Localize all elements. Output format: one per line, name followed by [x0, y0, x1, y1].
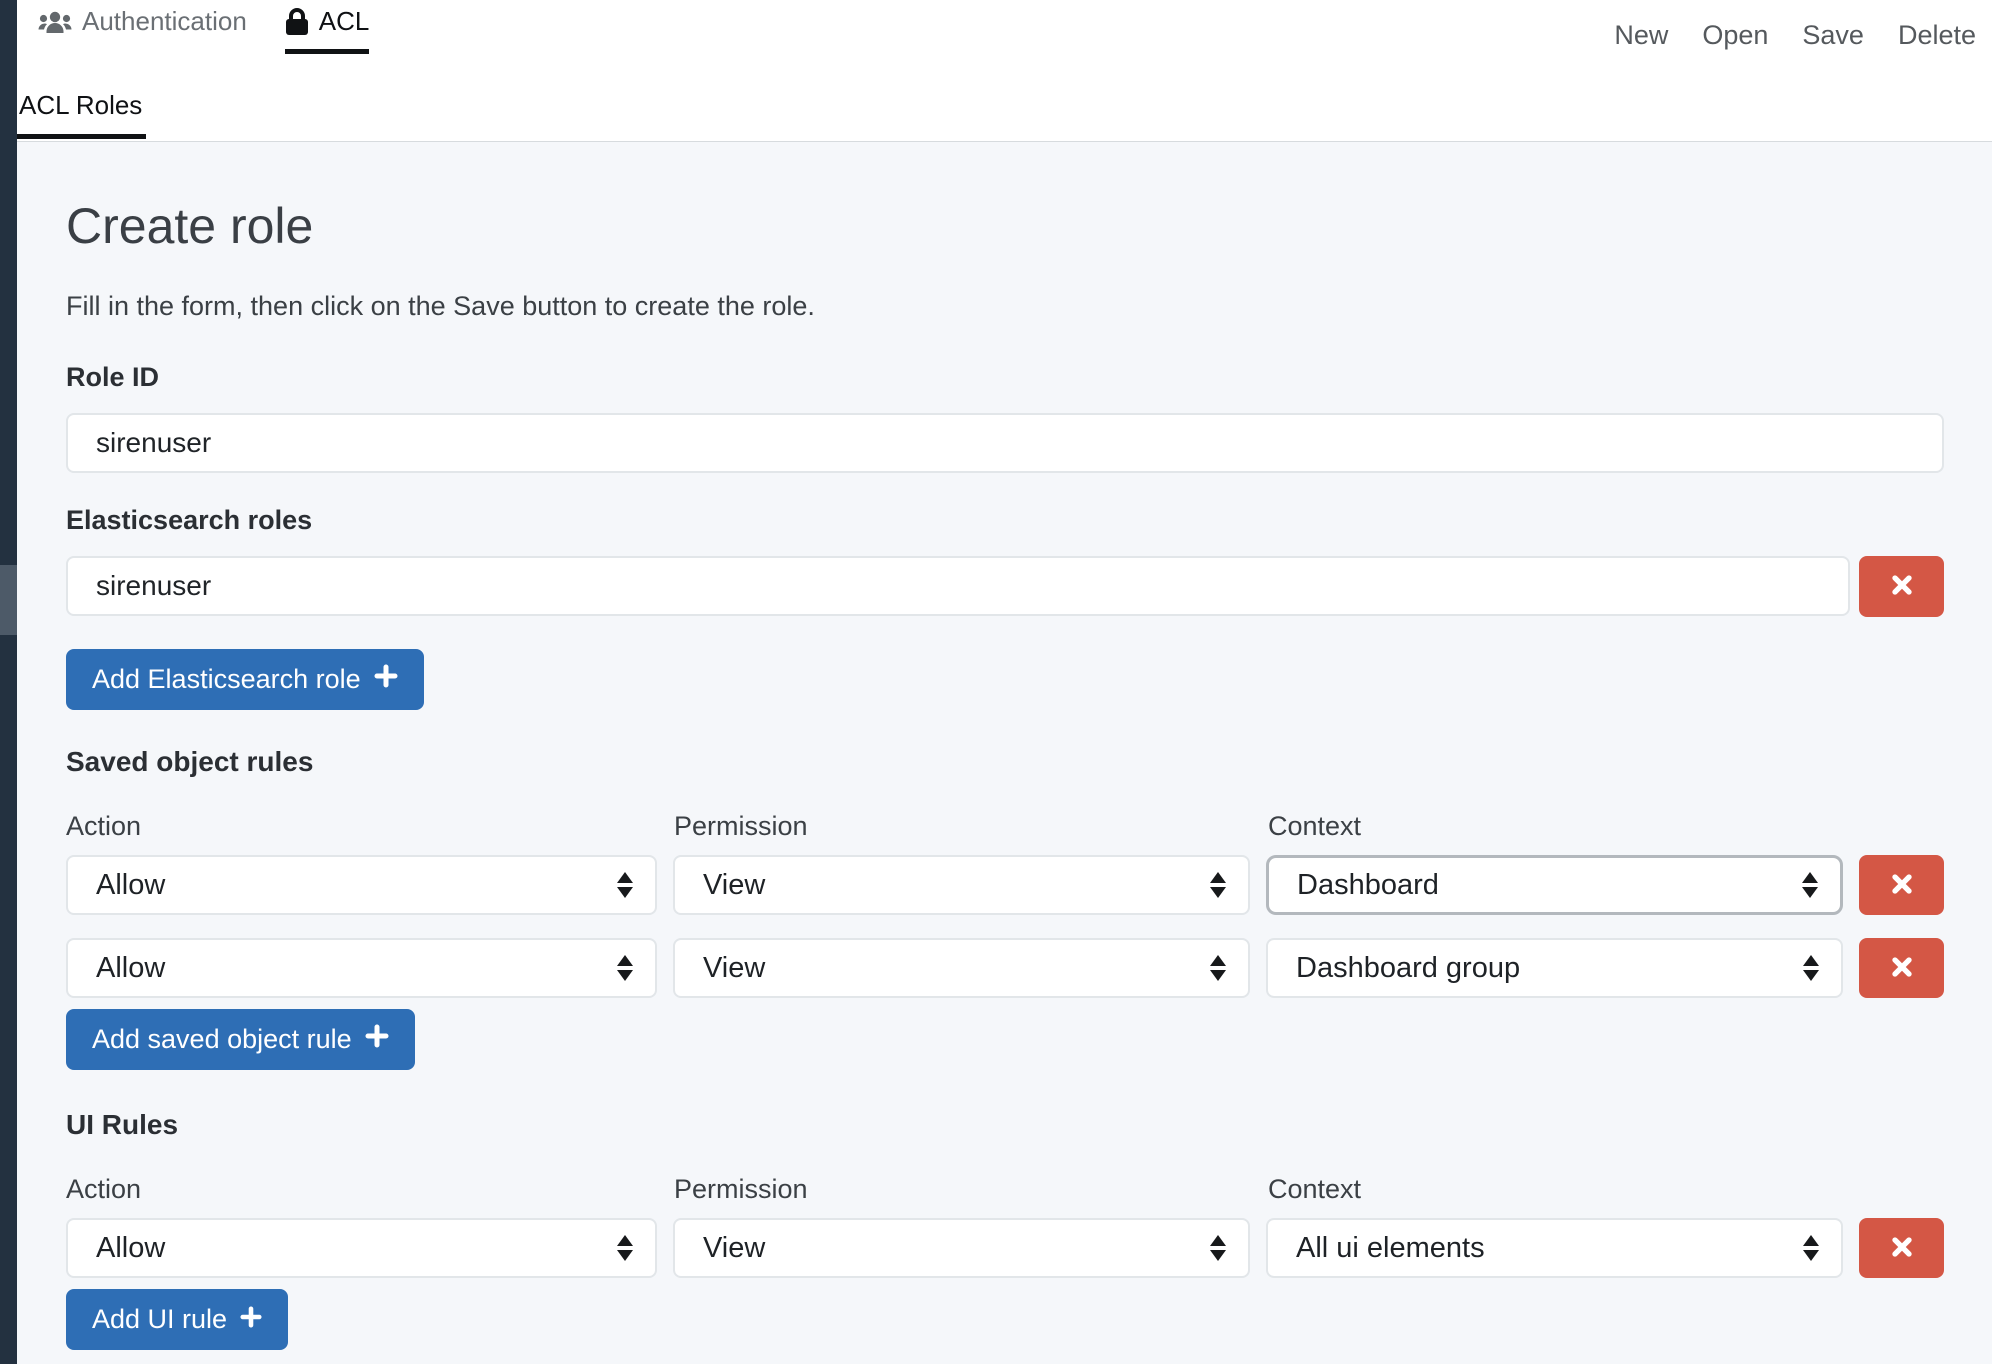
tab-acl[interactable]: ACL: [285, 6, 370, 54]
top-header: Authentication ACL New Open Save Delete …: [17, 0, 1992, 142]
add-ui-rule-label: Add UI rule: [92, 1304, 227, 1335]
column-header-action: Action: [66, 811, 658, 842]
select-arrows-icon: [1802, 872, 1818, 898]
action-select-value: Allow: [96, 1232, 165, 1265]
select-arrows-icon: [1210, 1235, 1226, 1261]
plus-icon: [240, 1304, 262, 1335]
tab-acl-label: ACL: [319, 6, 370, 37]
select-arrows-icon: [1210, 872, 1226, 898]
permission-select[interactable]: View: [673, 938, 1250, 998]
permission-select-value: View: [703, 1232, 765, 1265]
permission-select[interactable]: View: [673, 1218, 1250, 1278]
es-role-row: [66, 556, 1944, 617]
select-arrows-icon: [617, 1235, 633, 1261]
ui-rules-heading: UI Rules: [66, 1109, 1944, 1141]
permission-select-value: View: [703, 952, 765, 985]
close-icon: [1888, 1233, 1916, 1264]
add-ui-rule-button[interactable]: Add UI rule: [66, 1289, 288, 1350]
close-icon: [1888, 953, 1916, 984]
page-subtitle: Fill in the form, then click on the Save…: [66, 291, 1944, 322]
add-saved-object-rule-label: Add saved object rule: [92, 1024, 352, 1055]
remove-es-role-button[interactable]: [1859, 556, 1944, 617]
action-select-value: Allow: [96, 869, 165, 902]
role-id-label: Role ID: [66, 362, 1944, 393]
ui-rules-columns: Action Permission Context: [66, 1174, 1944, 1205]
tab-acl-roles[interactable]: ACL Roles: [17, 90, 146, 139]
es-role-input[interactable]: [66, 556, 1850, 616]
context-select[interactable]: All ui elements: [1266, 1218, 1843, 1278]
plus-icon: [365, 1024, 389, 1055]
context-select-value: Dashboard: [1297, 869, 1439, 902]
plus-icon: [374, 664, 398, 695]
action-select-value: Allow: [96, 952, 165, 985]
saved-object-rule-row: Allow View Dashboard: [66, 855, 1944, 915]
es-roles-label: Elasticsearch roles: [66, 505, 1944, 536]
tab-authentication[interactable]: Authentication: [38, 6, 247, 49]
delete-button[interactable]: Delete: [1898, 20, 1976, 51]
context-select-value: All ui elements: [1296, 1232, 1485, 1265]
action-select[interactable]: Allow: [66, 938, 657, 998]
select-arrows-icon: [617, 872, 633, 898]
header-actions: New Open Save Delete: [1614, 20, 1976, 51]
saved-object-rules-heading: Saved object rules: [66, 746, 1944, 778]
permission-select-value: View: [703, 869, 765, 902]
remove-rule-button[interactable]: [1859, 938, 1944, 998]
save-button[interactable]: Save: [1802, 20, 1864, 51]
ui-rule-row: Allow View All ui elements: [66, 1218, 1944, 1278]
column-header-context: Context: [1268, 1174, 1846, 1205]
select-arrows-icon: [1210, 955, 1226, 981]
saved-object-rules-columns: Action Permission Context: [66, 811, 1944, 842]
page-title: Create role: [66, 197, 1944, 255]
column-header-action: Action: [66, 1174, 658, 1205]
select-arrows-icon: [617, 955, 633, 981]
tab-authentication-label: Authentication: [82, 6, 247, 37]
column-header-permission: Permission: [674, 811, 1252, 842]
permission-select[interactable]: View: [673, 855, 1250, 915]
select-arrows-icon: [1803, 1235, 1819, 1261]
header-tabs: Authentication ACL: [38, 6, 369, 54]
remove-rule-button[interactable]: [1859, 855, 1944, 915]
remove-rule-button[interactable]: [1859, 1218, 1944, 1278]
close-icon: [1888, 571, 1916, 602]
saved-object-rule-row: Allow View Dashboard group: [66, 938, 1944, 998]
open-button[interactable]: Open: [1702, 20, 1768, 51]
add-es-role-label: Add Elasticsearch role: [92, 664, 361, 695]
context-select[interactable]: Dashboard: [1266, 855, 1843, 915]
action-select[interactable]: Allow: [66, 855, 657, 915]
column-header-context: Context: [1268, 811, 1846, 842]
column-header-permission: Permission: [674, 1174, 1252, 1205]
new-button[interactable]: New: [1614, 20, 1668, 51]
context-select[interactable]: Dashboard group: [1266, 938, 1843, 998]
add-saved-object-rule-button[interactable]: Add saved object rule: [66, 1009, 415, 1070]
sidebar-scroll-thumb[interactable]: [0, 565, 17, 635]
close-icon: [1888, 870, 1916, 901]
acl-create-role-page: Authentication ACL New Open Save Delete …: [0, 0, 1992, 1364]
add-es-role-button[interactable]: Add Elasticsearch role: [66, 649, 424, 710]
users-icon: [38, 9, 72, 35]
action-select[interactable]: Allow: [66, 1218, 657, 1278]
lock-icon: [285, 7, 309, 37]
role-id-input[interactable]: [66, 413, 1944, 473]
context-select-value: Dashboard group: [1296, 952, 1520, 985]
create-role-form: Create role Fill in the form, then click…: [17, 142, 1992, 1364]
select-arrows-icon: [1803, 955, 1819, 981]
collapsed-sidebar[interactable]: [0, 0, 17, 1364]
